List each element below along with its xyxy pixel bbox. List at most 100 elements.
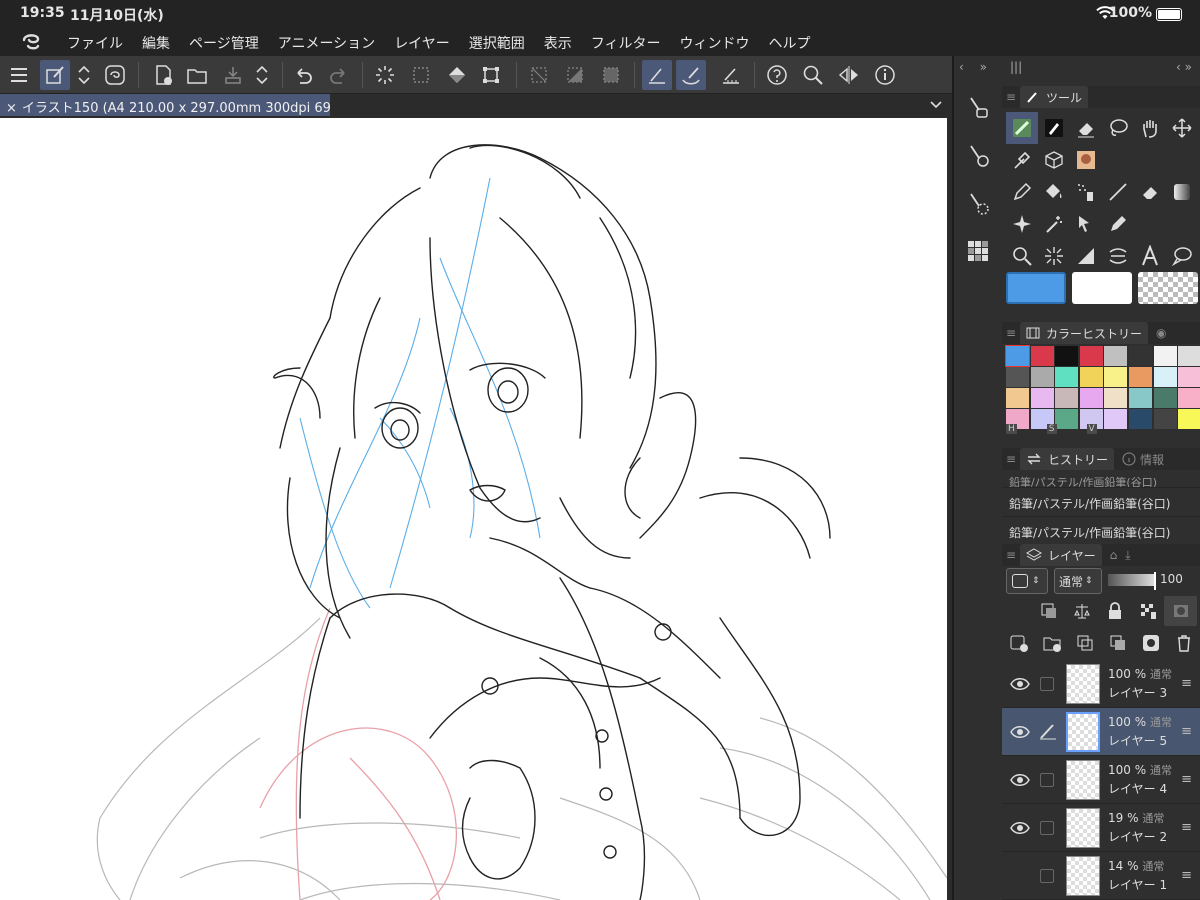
transform-icon[interactable] xyxy=(476,60,506,90)
ruler-snap-icon[interactable] xyxy=(642,60,672,90)
panel-grip-icon[interactable]: ≡ xyxy=(1002,548,1020,562)
layer-checkbox[interactable] xyxy=(1040,869,1054,883)
color-history-swatch[interactable] xyxy=(1079,367,1103,387)
spray-icon[interactable] xyxy=(1070,176,1102,208)
move-tool-icon[interactable] xyxy=(1166,112,1198,144)
layer-mask-icon[interactable] xyxy=(1134,628,1167,658)
panel-expand-arrows[interactable]: ‹ » xyxy=(1176,60,1192,76)
visibility-eye-icon[interactable] xyxy=(1010,722,1030,742)
color-history-swatch[interactable] xyxy=(1030,388,1054,408)
balloon-icon[interactable] xyxy=(1166,240,1198,272)
visibility-eye-icon[interactable] xyxy=(1010,818,1030,838)
panel-grip-icon[interactable]: ≡ xyxy=(1002,452,1020,466)
history-item[interactable]: 鉛筆/パステル/作画鉛筆(谷口) xyxy=(1002,517,1200,546)
3d-object-tool-icon[interactable] xyxy=(1038,144,1070,176)
save-icon[interactable] xyxy=(218,60,248,90)
sub-tool-icon[interactable] xyxy=(965,94,991,120)
menu-edit[interactable]: 編集 xyxy=(142,33,170,53)
panel-grip-icon[interactable]: ≡ xyxy=(1002,90,1020,104)
open-folder-icon[interactable] xyxy=(182,60,212,90)
lasso-tool-icon[interactable] xyxy=(1102,112,1134,144)
reference-layer-icon[interactable] xyxy=(1065,596,1098,626)
eraser-tool-icon[interactable] xyxy=(1070,112,1102,144)
tab-history[interactable]: ヒストリー xyxy=(1020,448,1115,470)
color-history-swatch[interactable] xyxy=(1128,367,1152,387)
color-history-swatch[interactable] xyxy=(1128,388,1152,408)
color-history-swatch[interactable] xyxy=(1178,346,1200,366)
magnifier-icon[interactable] xyxy=(1006,240,1038,272)
undo-icon[interactable] xyxy=(288,60,318,90)
opacity-slider[interactable] xyxy=(1108,574,1154,586)
menu-help[interactable]: ヘルプ xyxy=(769,33,811,53)
menu-page-management[interactable]: ページ管理 xyxy=(189,33,259,53)
tab-color-history[interactable]: カラーヒストリー xyxy=(1020,322,1149,344)
clear-icon[interactable] xyxy=(370,60,400,90)
radial-line-icon[interactable] xyxy=(1038,240,1070,272)
layer-row-selected[interactable]: 100 % 通常 レイヤー 5 ≡ xyxy=(1002,708,1200,756)
updown-chevron-icon[interactable] xyxy=(72,60,96,90)
color-history-swatch[interactable] xyxy=(1006,367,1029,387)
transparent-color-swatch[interactable] xyxy=(1138,272,1198,304)
panel-collapse-arrows[interactable]: ‹ » xyxy=(954,56,1002,80)
saturation-label[interactable]: S xyxy=(1046,424,1057,434)
close-tab-icon[interactable]: × xyxy=(6,101,17,116)
sub-color-swatch[interactable] xyxy=(1072,272,1132,304)
color-history-swatch[interactable] xyxy=(1178,409,1200,429)
brush-size-icon[interactable] xyxy=(965,190,991,216)
panel-grip-icon[interactable]: ≡ xyxy=(1002,326,1020,340)
layer-color-dropdown[interactable]: ⇕ xyxy=(1006,568,1048,594)
merge-down-icon[interactable] xyxy=(1101,628,1134,658)
frame-border-icon[interactable] xyxy=(1070,240,1102,272)
fill-icon[interactable] xyxy=(442,60,472,90)
new-raster-layer-icon[interactable] xyxy=(1002,628,1035,658)
canvas-area[interactable] xyxy=(0,116,952,900)
clear-outside-icon[interactable] xyxy=(406,60,436,90)
pen-icon[interactable] xyxy=(1006,176,1038,208)
layer-row[interactable]: 100 % 通常 レイヤー 4 ≡ xyxy=(1002,756,1200,804)
clip-studio-icon[interactable] xyxy=(100,60,130,90)
hue-label[interactable]: H xyxy=(1006,424,1017,434)
drawing-canvas[interactable] xyxy=(0,118,947,900)
zoom-icon[interactable] xyxy=(798,60,828,90)
tab-layer[interactable]: レイヤー xyxy=(1020,544,1102,566)
gradient-icon[interactable] xyxy=(1166,176,1198,208)
color-history-swatch[interactable] xyxy=(1006,388,1029,408)
new-layer-folder-icon[interactable] xyxy=(1035,628,1068,658)
tab-info[interactable]: 情報 xyxy=(1122,451,1164,468)
menu-animation[interactable]: アニメーション xyxy=(278,33,375,53)
ruler-icon[interactable] xyxy=(1102,240,1134,272)
color-history-swatch[interactable] xyxy=(1153,367,1177,387)
layer-checkbox[interactable] xyxy=(1040,677,1054,691)
color-history-swatch[interactable] xyxy=(1178,367,1200,387)
menu-selection[interactable]: 選択範囲 xyxy=(469,33,525,53)
layer-checkbox[interactable] xyxy=(1040,773,1054,787)
color-history-swatch[interactable] xyxy=(1030,367,1054,387)
lock-icon[interactable] xyxy=(1098,596,1131,626)
opacity-slider-thumb[interactable] xyxy=(1154,572,1156,590)
clip-studio-logo-icon[interactable] xyxy=(20,31,42,53)
history-item[interactable]: 鉛筆/パステル/作画鉛筆(谷口) xyxy=(1002,488,1200,517)
color-history-swatch[interactable] xyxy=(1128,409,1152,429)
layer-row[interactable]: 19 % 通常 レイヤー 2 ≡ xyxy=(1002,804,1200,852)
invert-selection-icon[interactable] xyxy=(560,60,590,90)
fill-bucket-icon[interactable] xyxy=(1038,176,1070,208)
select-all-icon[interactable] xyxy=(596,60,626,90)
menu-filter[interactable]: フィルター xyxy=(591,33,661,53)
menu-file[interactable]: ファイル xyxy=(67,33,123,53)
layer-menu-icon[interactable]: ≡ xyxy=(1181,772,1192,787)
updown-chevron-icon-2[interactable] xyxy=(250,60,274,90)
history-item[interactable]: 鉛筆/パステル/作画鉛筆(谷口) xyxy=(1002,474,1200,488)
layer-checkbox[interactable] xyxy=(1040,821,1054,835)
help-icon[interactable] xyxy=(762,60,792,90)
line-icon[interactable] xyxy=(1102,176,1134,208)
document-tab[interactable]: × イラスト150 (A4 210.00 x 297.00mm 300dpi 69… xyxy=(0,94,330,116)
color-history-swatch[interactable] xyxy=(1030,346,1054,366)
vector-pen-tool-icon[interactable] xyxy=(1038,112,1070,144)
redo-icon[interactable] xyxy=(324,60,354,90)
layer-row[interactable]: 100 % 通常 レイヤー 3 ≡ xyxy=(1002,660,1200,708)
color-history-swatch[interactable] xyxy=(1055,346,1079,366)
delete-layer-icon[interactable] xyxy=(1167,628,1200,658)
color-history-swatch[interactable] xyxy=(1104,388,1128,408)
color-set-tab-icon[interactable]: ◉ xyxy=(1156,326,1166,340)
color-history-swatch[interactable] xyxy=(1104,409,1128,429)
